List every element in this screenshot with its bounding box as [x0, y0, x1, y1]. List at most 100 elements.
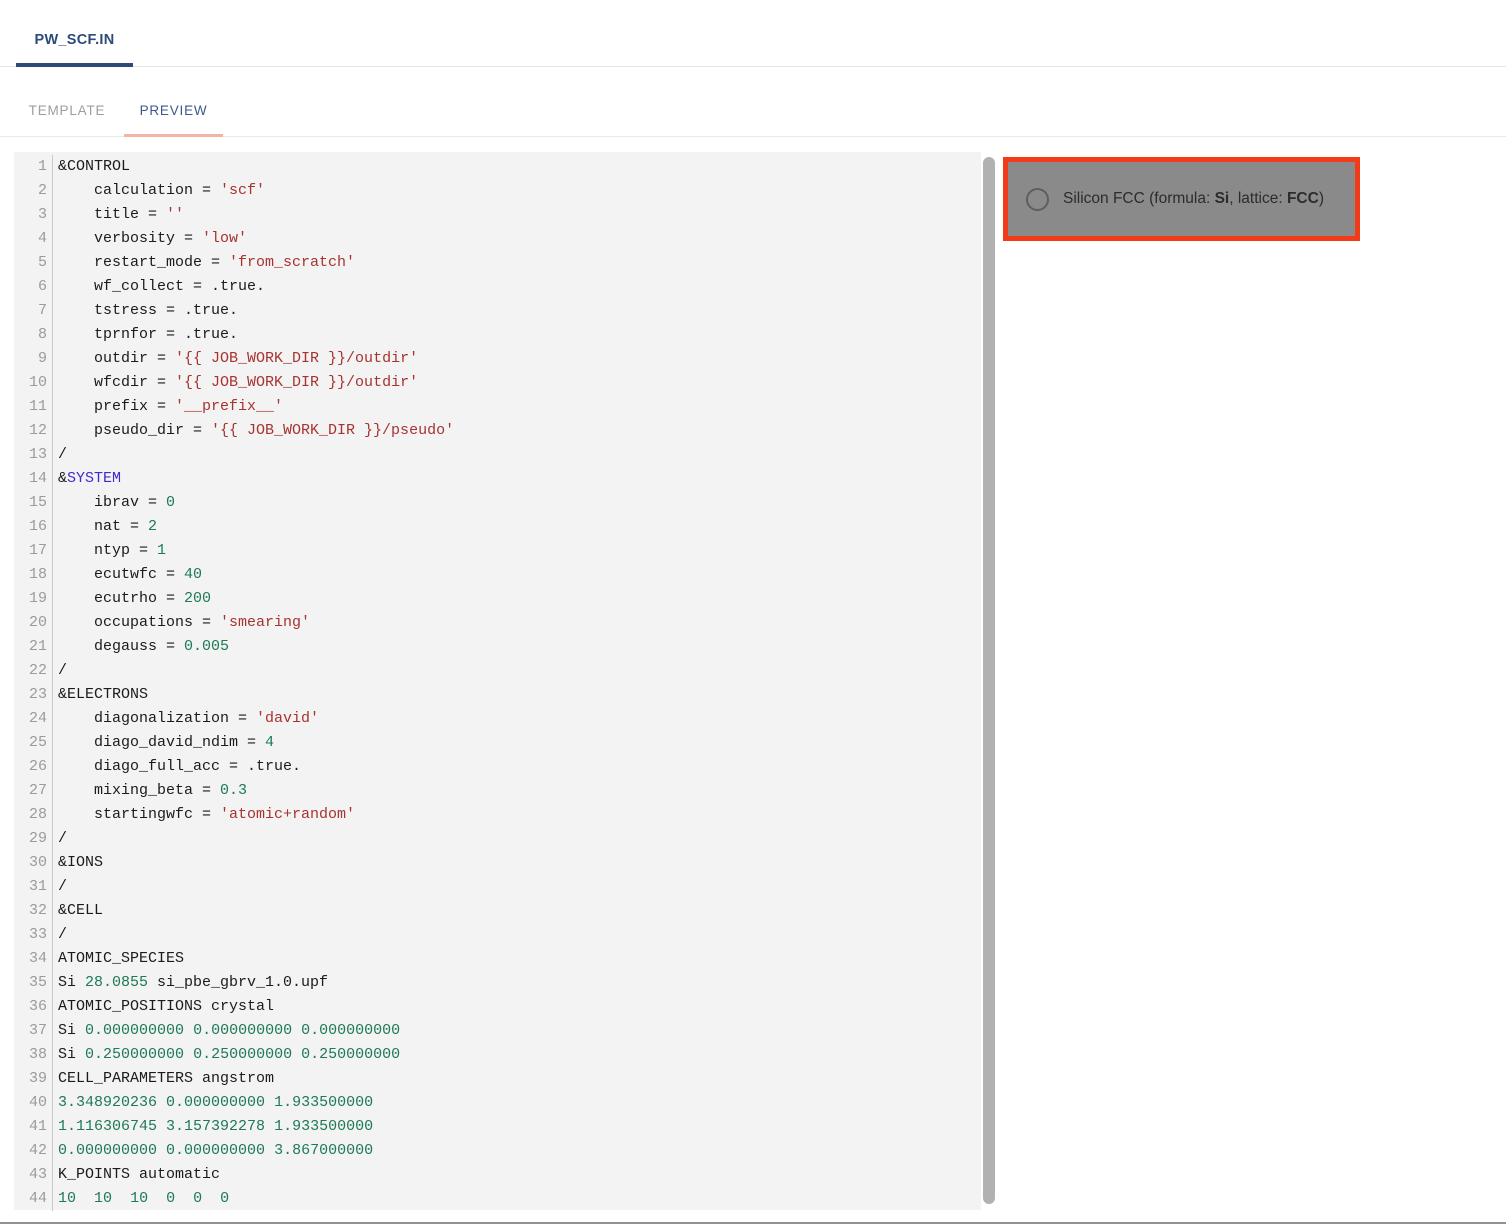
- structure-formula: Si: [1215, 190, 1230, 207]
- code-line: 24 diagonalization = 'david': [14, 707, 997, 731]
- code-text: nat = 2: [53, 515, 157, 539]
- structure-option-label: Silicon FCC (formula: Si, lattice: FCC): [1063, 190, 1324, 208]
- code-text: /: [53, 875, 67, 899]
- line-number: 13: [14, 443, 53, 467]
- line-number: 16: [14, 515, 53, 539]
- tab-preview[interactable]: PREVIEW: [124, 68, 223, 137]
- line-number: 15: [14, 491, 53, 515]
- code-line: 32&CELL: [14, 899, 997, 923]
- code-text: tprnfor = .true.: [53, 323, 238, 347]
- code-text: K_POINTS automatic: [53, 1163, 220, 1187]
- code-text: &CONTROL: [53, 155, 130, 179]
- code-text: ibrav = 0: [53, 491, 175, 515]
- tab-pw-scf-in[interactable]: PW_SCF.IN: [16, 0, 133, 67]
- code-line: 20 occupations = 'smearing': [14, 611, 997, 635]
- line-number: 26: [14, 755, 53, 779]
- line-number: 39: [14, 1067, 53, 1091]
- code-text: ecutrho = 200: [53, 587, 211, 611]
- code-line: 8 tprnfor = .true.: [14, 323, 997, 347]
- preview-tab-label: PREVIEW: [140, 103, 208, 118]
- line-number: 44: [14, 1187, 53, 1211]
- code-line: 7 tstress = .true.: [14, 299, 997, 323]
- code-line: 37Si 0.000000000 0.000000000 0.000000000: [14, 1019, 997, 1043]
- line-number: 6: [14, 275, 53, 299]
- code-line: 4 verbosity = 'low': [14, 227, 997, 251]
- code-text: calculation = 'scf': [53, 179, 265, 203]
- code-text: prefix = '__prefix__': [53, 395, 283, 419]
- code-line: 39CELL_PARAMETERS angstrom: [14, 1067, 997, 1091]
- code-line: 33/: [14, 923, 997, 947]
- line-number: 18: [14, 563, 53, 587]
- line-number: 30: [14, 851, 53, 875]
- line-number: 33: [14, 923, 53, 947]
- code-line: 34ATOMIC_SPECIES: [14, 947, 997, 971]
- tab-template[interactable]: TEMPLATE: [17, 68, 117, 137]
- code-line: 10 wfcdir = '{{ JOB_WORK_DIR }}/outdir': [14, 371, 997, 395]
- code-text: Si 0.250000000 0.250000000 0.250000000: [53, 1043, 400, 1067]
- code-text: pseudo_dir = '{{ JOB_WORK_DIR }}/pseudo': [53, 419, 454, 443]
- structure-name: Silicon FCC: [1063, 190, 1145, 207]
- line-number: 31: [14, 875, 53, 899]
- code-text: occupations = 'smearing': [53, 611, 310, 635]
- editor-scrollbar-thumb[interactable]: [983, 157, 995, 1204]
- structure-details-prefix: (formula:: [1145, 190, 1215, 207]
- line-number: 12: [14, 419, 53, 443]
- code-line: 21 degauss = 0.005: [14, 635, 997, 659]
- code-text: ATOMIC_SPECIES: [53, 947, 184, 971]
- code-line: 28 startingwfc = 'atomic+random': [14, 803, 997, 827]
- line-number: 21: [14, 635, 53, 659]
- code-line: 403.348920236 0.000000000 1.933500000: [14, 1091, 997, 1115]
- line-number: 11: [14, 395, 53, 419]
- code-line: 18 ecutwfc = 40: [14, 563, 997, 587]
- code-text: ntyp = 1: [53, 539, 166, 563]
- code-text: wf_collect = .true.: [53, 275, 265, 299]
- file-tab-bar: PW_SCF.IN: [0, 0, 1506, 67]
- code-preview-editor[interactable]: 1&CONTROL2 calculation = 'scf'3 title = …: [14, 152, 997, 1210]
- line-number: 5: [14, 251, 53, 275]
- bottom-divider: [0, 1222, 1506, 1224]
- code-line: 411.116306745 3.157392278 1.933500000: [14, 1115, 997, 1139]
- code-text: 1.116306745 3.157392278 1.933500000: [53, 1115, 373, 1139]
- code-line: 27 mixing_beta = 0.3: [14, 779, 997, 803]
- line-number: 4: [14, 227, 53, 251]
- code-line: 11 prefix = '__prefix__': [14, 395, 997, 419]
- code-line: 4410 10 10 0 0 0: [14, 1187, 997, 1211]
- line-number: 24: [14, 707, 53, 731]
- line-number: 37: [14, 1019, 53, 1043]
- code-text: outdir = '{{ JOB_WORK_DIR }}/outdir': [53, 347, 418, 371]
- code-line: 25 diago_david_ndim = 4: [14, 731, 997, 755]
- radio-button-icon[interactable]: [1026, 188, 1049, 211]
- code-text: 3.348920236 0.000000000 1.933500000: [53, 1091, 373, 1115]
- line-number: 29: [14, 827, 53, 851]
- line-number: 27: [14, 779, 53, 803]
- code-text: title = '': [53, 203, 184, 227]
- code-text: mixing_beta = 0.3: [53, 779, 247, 803]
- line-number: 14: [14, 467, 53, 491]
- code-text: /: [53, 659, 67, 683]
- code-line: 15 ibrav = 0: [14, 491, 997, 515]
- code-text: restart_mode = 'from_scratch': [53, 251, 355, 275]
- code-text: &IONS: [53, 851, 103, 875]
- line-number: 17: [14, 539, 53, 563]
- code-text: verbosity = 'low': [53, 227, 247, 251]
- code-text: tstress = .true.: [53, 299, 238, 323]
- structure-details-suffix: ): [1319, 190, 1324, 207]
- structure-details-mid: , lattice:: [1229, 190, 1287, 207]
- code-line: 17 ntyp = 1: [14, 539, 997, 563]
- code-line: 29/: [14, 827, 997, 851]
- structure-option-silicon-fcc[interactable]: Silicon FCC (formula: Si, lattice: FCC): [1003, 157, 1360, 241]
- line-number: 42: [14, 1139, 53, 1163]
- line-number: 7: [14, 299, 53, 323]
- code-text: /: [53, 443, 67, 467]
- active-sub-tab-indicator: [124, 134, 223, 137]
- line-number: 1: [14, 155, 53, 179]
- line-number: 40: [14, 1091, 53, 1115]
- code-text: ecutwfc = 40: [53, 563, 202, 587]
- code-line: 31/: [14, 875, 997, 899]
- code-text: diago_full_acc = .true.: [53, 755, 301, 779]
- code-text: &ELECTRONS: [53, 683, 148, 707]
- code-line: 30&IONS: [14, 851, 997, 875]
- line-number: 3: [14, 203, 53, 227]
- line-number: 38: [14, 1043, 53, 1067]
- code-line: 14&SYSTEM: [14, 467, 997, 491]
